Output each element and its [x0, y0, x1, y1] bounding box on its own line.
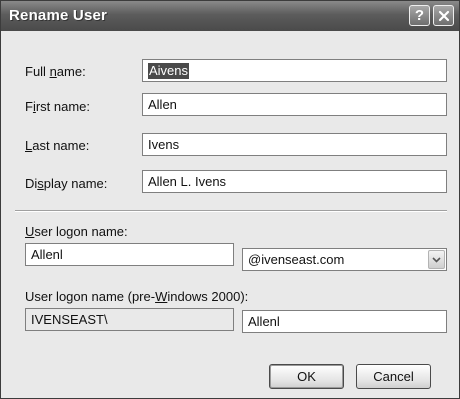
ok-button-label: OK — [297, 369, 316, 384]
display-name-input[interactable]: Allen L. Ivens — [142, 170, 447, 193]
cancel-button[interactable]: Cancel — [356, 364, 431, 389]
rename-user-dialog: Rename User ? Full name: Aivens First na… — [0, 0, 460, 399]
display-name-value: Allen L. Ivens — [148, 174, 227, 189]
last-name-value: Ivens — [148, 137, 180, 152]
display-name-label: Display name: — [25, 176, 108, 191]
dropdown-button[interactable] — [428, 250, 445, 269]
close-icon — [438, 10, 449, 21]
full-name-value: Aivens — [148, 63, 190, 79]
last-name-input[interactable]: Ivens — [142, 133, 447, 156]
full-name-input[interactable]: Aivens — [142, 59, 447, 82]
first-name-input[interactable]: Allen — [142, 93, 447, 116]
first-name-label: First name: — [25, 99, 91, 114]
last-name-label: Last name: — [25, 138, 90, 153]
first-name-value: Allen — [148, 97, 177, 112]
pre-windows-2000-domain-value: IVENSEAST\ — [31, 312, 108, 327]
pre-windows-2000-logon-value: Allenl — [248, 314, 280, 329]
help-icon: ? — [414, 7, 425, 24]
pre-windows-2000-domain-field: IVENSEAST\ — [25, 308, 234, 331]
full-name-label: Full name: — [25, 64, 86, 79]
pre-windows-2000-label: User logon name (pre-Windows 2000): — [25, 289, 249, 304]
close-button[interactable] — [433, 5, 454, 26]
help-button[interactable]: ? — [409, 5, 430, 26]
cancel-button-label: Cancel — [373, 369, 414, 384]
chevron-down-icon — [432, 256, 441, 263]
pre-windows-2000-logon-input[interactable]: Allenl — [242, 310, 447, 333]
separator — [15, 210, 447, 212]
user-logon-name-label: User logon name: — [25, 224, 128, 239]
ok-button[interactable]: OK — [269, 364, 344, 389]
user-logon-name-value: Allenl — [31, 247, 63, 262]
window-title: Rename User — [9, 7, 108, 24]
user-logon-name-input[interactable]: Allenl — [25, 243, 234, 266]
upn-suffix-dropdown[interactable]: @ivenseast.com — [242, 248, 447, 271]
title-bar[interactable]: Rename User ? — [1, 1, 459, 31]
upn-suffix-value: @ivenseast.com — [248, 252, 345, 267]
